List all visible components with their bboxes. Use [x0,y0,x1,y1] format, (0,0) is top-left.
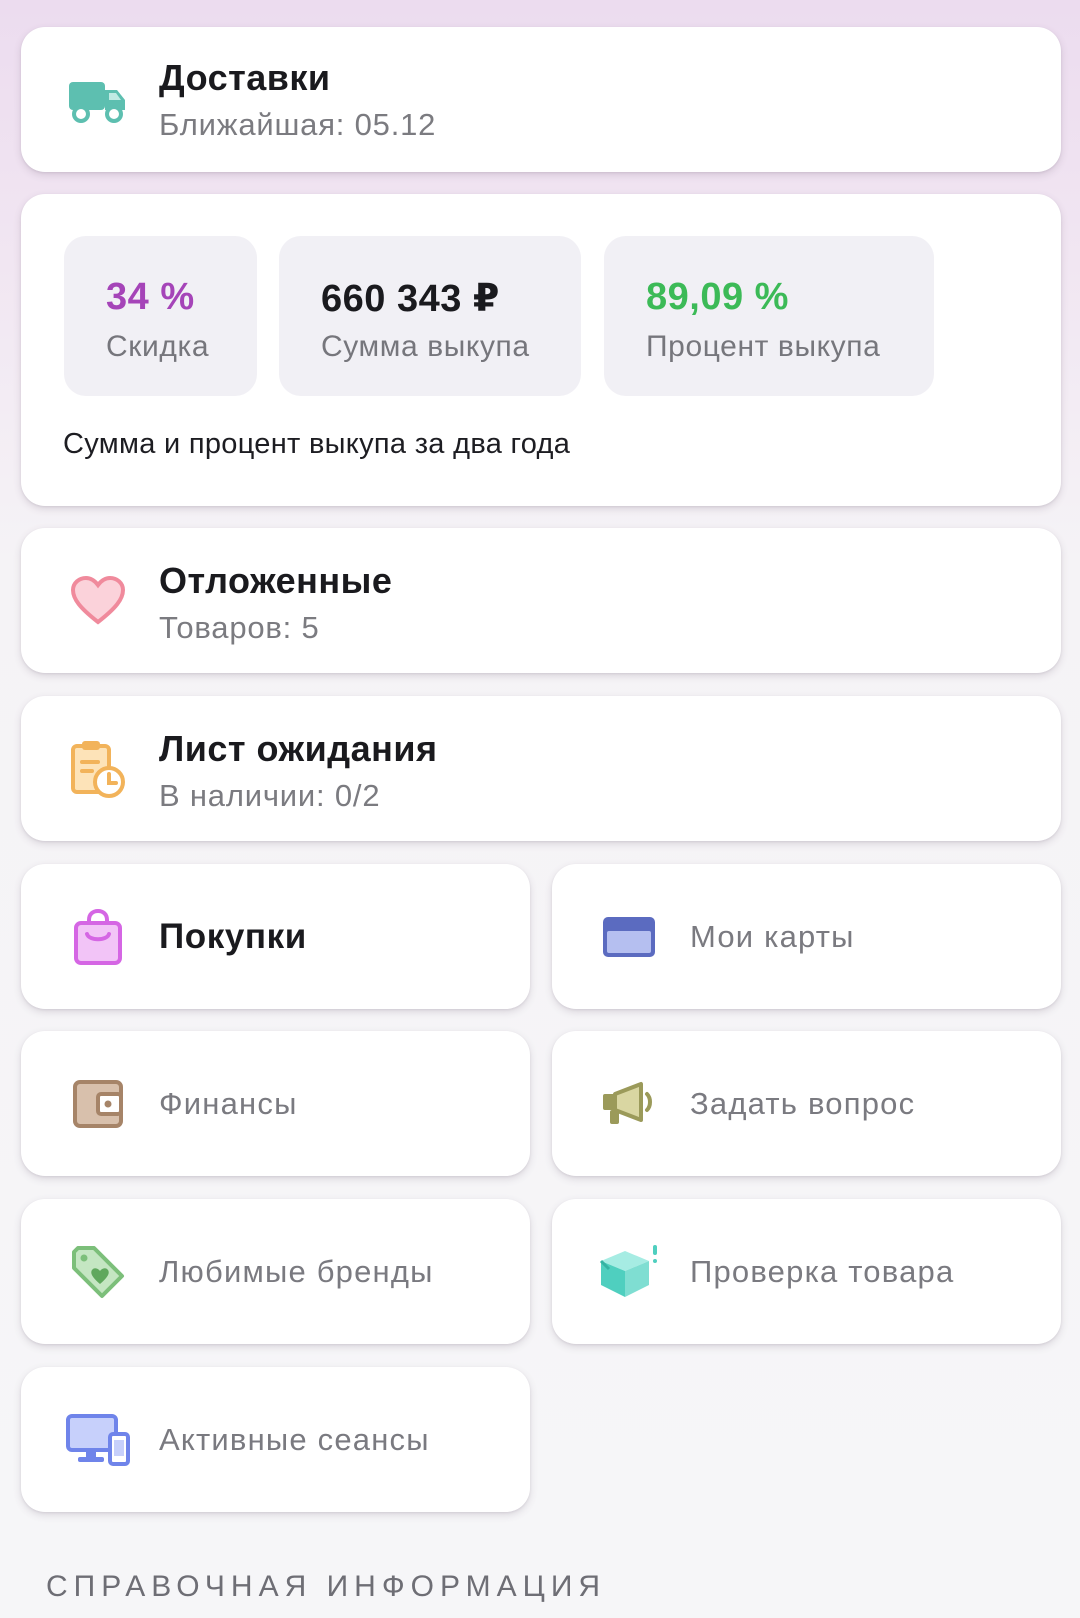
waitlist-title: Лист ожидания [159,728,438,769]
active-sessions-tile[interactable]: Активные сеансы [21,1367,530,1512]
stats-card: 34 % Скидка 660 343 ₽ Сумма выкупа 89,09… [21,194,1061,506]
wallet-icon [65,1071,131,1137]
favorites-card[interactable]: Отложенные Товаров: 5 [21,528,1061,673]
purchase-percent-label: Процент выкупа [646,330,881,363]
tag-heart-icon [65,1239,131,1305]
purchases-tile[interactable]: Покупки [21,864,530,1009]
box-check-icon [596,1239,662,1305]
favorite-brands-tile[interactable]: Любимые бренды [21,1199,530,1344]
product-check-label: Проверка товара [690,1253,955,1289]
discount-value: 34 % [106,276,195,318]
purchase-sum-stat[interactable]: 660 343 ₽ Сумма выкупа [279,236,581,396]
my-cards-label: Мои карты [690,918,855,954]
finances-label: Финансы [159,1085,298,1121]
waitlist-subtitle: В наличии: 0/2 [159,778,381,813]
favorites-title: Отложенные [159,560,393,601]
favorites-subtitle: Товаров: 5 [159,610,320,645]
credit-card-icon [596,904,662,970]
clipboard-clock-icon [65,736,131,802]
megaphone-icon [596,1071,662,1137]
purchase-percent-stat[interactable]: 89,09 % Процент выкупа [604,236,934,396]
discount-stat[interactable]: 34 % Скидка [64,236,257,396]
heart-icon [65,568,131,634]
devices-icon [65,1407,131,1473]
ask-question-label: Задать вопрос [690,1085,916,1121]
finances-tile[interactable]: Финансы [21,1031,530,1176]
waitlist-card[interactable]: Лист ожидания В наличии: 0/2 [21,696,1061,841]
purchase-sum-value: 660 343 ₽ [321,278,500,320]
purchase-percent-value: 89,09 % [646,276,789,318]
deliveries-card[interactable]: Доставки Ближайшая: 05.12 [21,27,1061,172]
shopping-bag-icon [65,904,131,970]
ask-question-tile[interactable]: Задать вопрос [552,1031,1061,1176]
purchases-label: Покупки [159,916,307,956]
stats-note: Сумма и процент выкупа за два года [63,428,571,460]
deliveries-subtitle: Ближайшая: 05.12 [159,107,437,142]
deliveries-title: Доставки [159,57,331,98]
my-cards-tile[interactable]: Мои карты [552,864,1061,1009]
product-check-tile[interactable]: Проверка товара [552,1199,1061,1344]
truck-icon [65,67,131,133]
reference-info-header: СПРАВОЧНАЯ ИНФОРМАЦИЯ [46,1570,607,1603]
purchase-sum-label: Сумма выкупа [321,330,530,363]
discount-label: Скидка [106,330,210,363]
favorite-brands-label: Любимые бренды [159,1253,434,1289]
active-sessions-label: Активные сеансы [159,1421,430,1457]
